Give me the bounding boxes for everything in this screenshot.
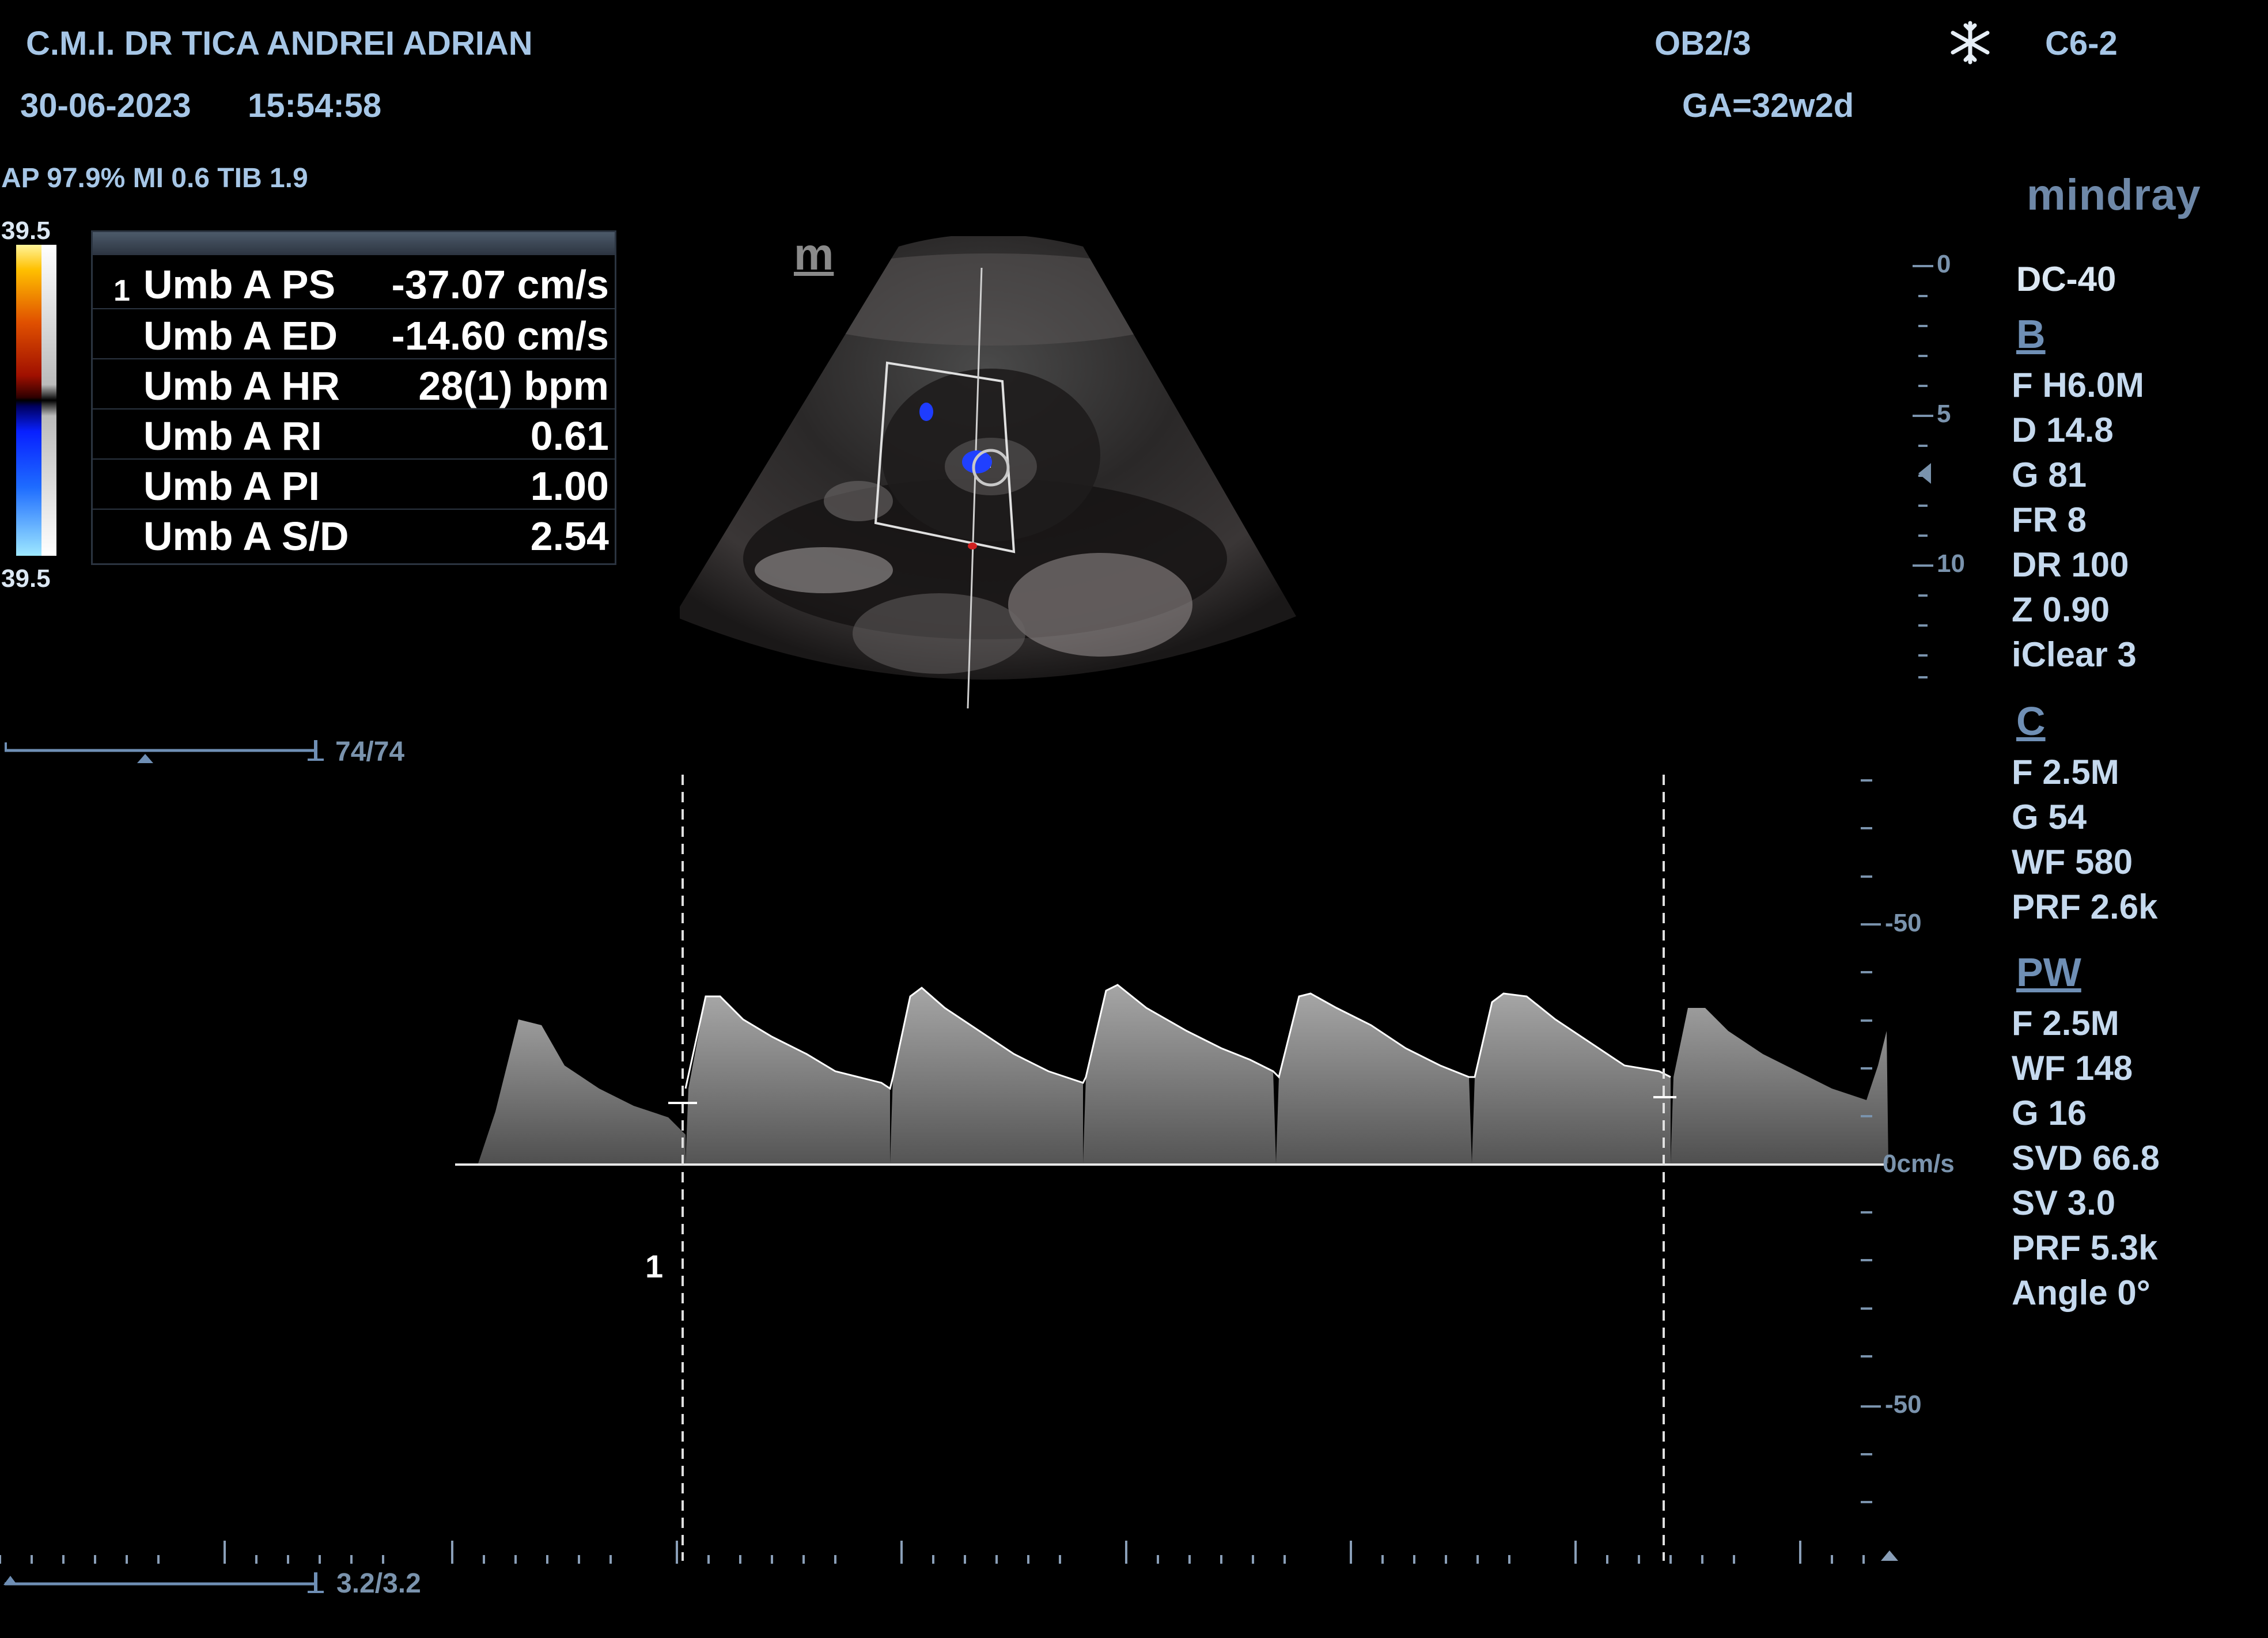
b-param: FR 8 bbox=[2012, 500, 2087, 539]
depth-label-5: 5 bbox=[1937, 400, 1951, 428]
acoustic-output: AP 97.9% MI 0.6 TIB 1.9 bbox=[1, 163, 308, 194]
c-param: G 54 bbox=[2012, 798, 2087, 836]
measurement-value: -14.60 cm/s bbox=[391, 313, 609, 358]
measurement-label: Umb A ED bbox=[143, 313, 338, 358]
measurement-row[interactable]: Umb A S/D 2.54 bbox=[93, 509, 615, 559]
c-param: PRF 2.6k bbox=[2012, 888, 2158, 926]
color-velocity-bar bbox=[16, 245, 56, 556]
color-bar-bottom-label: 39.5 bbox=[1, 564, 51, 593]
pw-param: G 16 bbox=[2012, 1094, 2087, 1132]
pw-param: PRF 5.3k bbox=[2012, 1228, 2158, 1267]
preset-label[interactable]: OB2/3 bbox=[1654, 24, 1751, 63]
exam-time: 15:54:58 bbox=[248, 87, 382, 124]
color-bar-top-label: 39.5 bbox=[1, 217, 51, 245]
measurement-value: 2.54 bbox=[530, 514, 609, 559]
clinic-name: C.M.I. DR TICA ANDREI ADRIAN bbox=[26, 25, 533, 62]
velocity-label-lower: -50 bbox=[1885, 1390, 1922, 1419]
snowflake-icon[interactable] bbox=[1948, 21, 1992, 67]
b-param: DR 100 bbox=[2012, 545, 2129, 584]
measurement-row[interactable]: Umb A PI 1.00 bbox=[93, 458, 615, 509]
orientation-marker: m bbox=[794, 229, 834, 279]
depth-label-10: 10 bbox=[1937, 549, 1965, 578]
pw-param: SVD 66.8 bbox=[2012, 1139, 2160, 1177]
gestational-age: GA=32w2d bbox=[1682, 87, 1854, 124]
pw-doppler-spectrum[interactable] bbox=[0, 766, 1959, 1587]
probe-label[interactable]: C6-2 bbox=[2045, 24, 2118, 63]
measurement-value: 1.00 bbox=[530, 464, 609, 509]
b-param: Z 0.90 bbox=[2012, 590, 2110, 629]
c-param: F 2.5M bbox=[2012, 753, 2119, 791]
b-param: G 81 bbox=[2012, 456, 2087, 494]
measurement-row[interactable]: Umb A ED -14.60 cm/s bbox=[93, 308, 615, 359]
sweep-speed-counter: 3.2/3.2 bbox=[336, 1568, 421, 1599]
pw-param: WF 148 bbox=[2012, 1049, 2133, 1087]
velocity-label-upper: -50 bbox=[1885, 909, 1922, 937]
measurement-label: Umb A HR bbox=[143, 363, 340, 408]
pw-param: Angle 0° bbox=[2012, 1273, 2150, 1312]
cine-progress-bar-lower[interactable] bbox=[0, 1567, 334, 1604]
velocity-baseline-label: 0cm/s bbox=[1883, 1150, 1955, 1178]
caliper-index: 1 bbox=[645, 1248, 664, 1284]
c-mode-section-title[interactable]: C bbox=[2016, 698, 2046, 744]
b-mode-image[interactable] bbox=[674, 234, 1302, 711]
measurement-label: Umb A S/D bbox=[143, 514, 349, 559]
pw-param: F 2.5M bbox=[2012, 1004, 2119, 1042]
c-param: WF 580 bbox=[2012, 843, 2133, 881]
b-param: iClear 3 bbox=[2012, 635, 2137, 674]
measurement-label: Umb A PS bbox=[143, 262, 336, 307]
b-mode-section-title[interactable]: B bbox=[2016, 311, 2046, 357]
b-param: D 14.8 bbox=[2012, 411, 2114, 449]
cine-frame-counter: 74/74 bbox=[335, 737, 405, 767]
measurement-row[interactable]: Umb A HR 28(1) bpm bbox=[93, 358, 615, 409]
model-name: DC-40 bbox=[2016, 260, 2116, 298]
measurement-value: 0.61 bbox=[530, 414, 609, 458]
measurement-value: -37.07 cm/s bbox=[391, 262, 609, 307]
pw-mode-section-title[interactable]: PW bbox=[2016, 949, 2081, 995]
measurement-label: Umb A PI bbox=[143, 464, 320, 509]
depth-scale bbox=[1907, 253, 1959, 694]
pw-param: SV 3.0 bbox=[2012, 1184, 2116, 1222]
measurement-row[interactable]: Umb A PS -37.07 cm/s bbox=[93, 258, 615, 308]
measurement-results-panel: 1 Umb A PS -37.07 cm/s Umb A ED -14.60 c… bbox=[91, 230, 616, 565]
measurement-panel-header bbox=[93, 232, 615, 255]
brand-logo: mindray bbox=[2027, 170, 2201, 219]
measurement-row[interactable]: Umb A RI 0.61 bbox=[93, 408, 615, 459]
measurement-label: Umb A RI bbox=[143, 414, 322, 458]
b-param: F H6.0M bbox=[2012, 366, 2145, 404]
measurement-value: 28(1) bpm bbox=[418, 363, 609, 408]
depth-label-0: 0 bbox=[1937, 250, 1951, 278]
exam-date: 30-06-2023 bbox=[20, 87, 191, 124]
